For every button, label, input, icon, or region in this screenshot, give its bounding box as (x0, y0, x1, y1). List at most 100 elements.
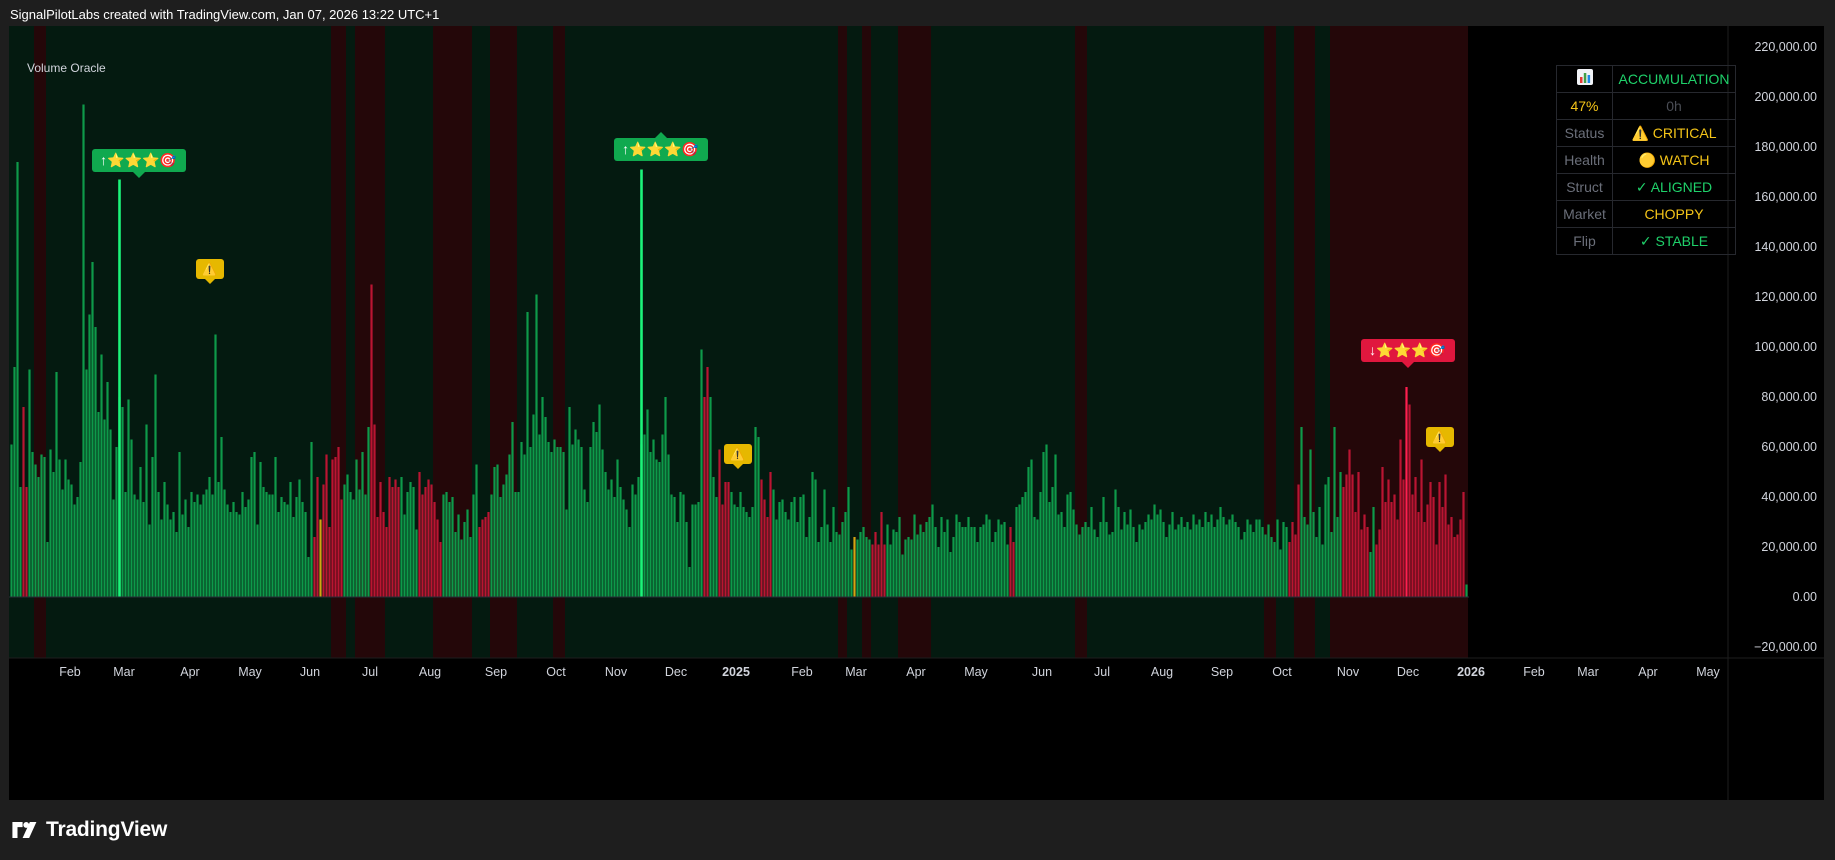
volume-bar (1432, 497, 1435, 597)
duration-value: 0h (1612, 92, 1736, 120)
volume-bar (1063, 527, 1066, 597)
volume-bar (460, 539, 463, 597)
volume-bar (595, 432, 598, 597)
volume-bar (265, 492, 268, 597)
volume-bar (91, 262, 94, 597)
y-tick-label: 40,000.00 (1761, 490, 1817, 504)
volume-bar (97, 412, 100, 597)
volume-bar (1297, 484, 1300, 597)
volume-bar (1327, 477, 1330, 597)
volume-bar (1306, 524, 1309, 597)
volume-bar (46, 542, 49, 597)
x-tick-label: Oct (546, 665, 566, 679)
x-tick-label: Feb (791, 665, 813, 679)
y-tick-label: 80,000.00 (1761, 390, 1817, 404)
volume-bar (763, 499, 766, 597)
volume-bar (1024, 492, 1027, 597)
volume-bar (709, 397, 712, 597)
volume-bar (994, 532, 997, 597)
volume-bar (1195, 524, 1198, 597)
volume-bar (943, 532, 946, 597)
volume-bar (466, 509, 469, 597)
volume-bar (538, 434, 541, 597)
volume-bar (1084, 522, 1087, 597)
volume-bar (478, 527, 481, 597)
volume-bar (325, 454, 328, 597)
volume-bar (865, 537, 868, 597)
volume-bar (742, 507, 745, 597)
y-tick-label: 60,000.00 (1761, 440, 1817, 454)
x-tick-label: Aug (419, 665, 441, 679)
volume-bar (181, 514, 184, 597)
volume-bar (1375, 544, 1378, 597)
volume-bar (610, 479, 613, 597)
chart-pane[interactable]: 220,000.00 200,000.00 180,000.00 160,000.00… (9, 26, 1824, 800)
volume-bar (712, 477, 715, 597)
tradingview-logo[interactable]: TradingView (12, 818, 167, 842)
volume-bar (163, 482, 166, 597)
x-tick-label: Nov (1337, 665, 1360, 679)
volume-bar (1048, 502, 1051, 597)
volume-bar (310, 442, 313, 597)
volume-bar (94, 327, 97, 597)
volume-bar (1132, 527, 1135, 597)
volume-bar (970, 527, 973, 597)
volume-bar (1156, 514, 1159, 597)
volume-chart[interactable]: 220,000.00 200,000.00 180,000.00 160,000.00… (9, 26, 1824, 800)
volume-bar (445, 492, 448, 597)
volume-bar (1360, 529, 1363, 597)
volume-bar (1396, 519, 1399, 597)
x-tick-label: Apr (1638, 665, 1657, 679)
volume-bar (127, 399, 130, 597)
volume-bar (547, 442, 550, 597)
volume-bar (679, 492, 682, 597)
signal-pointer (132, 172, 145, 178)
volume-bar (1447, 524, 1450, 597)
volume-bar (409, 482, 412, 597)
volume-bar (1033, 517, 1036, 597)
volume-bar (922, 532, 925, 597)
volume-bar (802, 494, 805, 597)
volume-bar (520, 442, 523, 597)
volume-bar (1015, 507, 1018, 597)
volume-bar (322, 484, 325, 597)
volume-bar (481, 519, 484, 597)
volume-bar (439, 542, 442, 597)
status-table: ACCUMULATION 47% 0h Status ⚠️ CRITICAL H… (1556, 65, 1736, 255)
volume-bar (1111, 532, 1114, 597)
volume-bar (790, 502, 793, 597)
volume-bar (619, 487, 622, 597)
volume-bar (436, 519, 439, 597)
volume-bar (1285, 527, 1288, 597)
volume-bar (976, 542, 979, 597)
volume-bar (1171, 512, 1174, 597)
bar-chart-icon (1576, 68, 1593, 85)
volume-bar (565, 509, 568, 597)
y-tick-label: 180,000.00 (1754, 140, 1817, 154)
volume-bar (730, 492, 733, 597)
volume-bar (187, 527, 190, 597)
volume-bar (400, 477, 403, 597)
volume-bar (817, 542, 820, 597)
volume-bar (1324, 484, 1327, 597)
volume-bar (766, 517, 769, 597)
volume-bar (406, 492, 409, 597)
x-tick-label: Dec (665, 665, 687, 679)
volume-bar (1423, 522, 1426, 597)
volume-bar (1162, 522, 1165, 597)
volume-bar (649, 452, 652, 597)
volume-bar (1012, 542, 1015, 597)
volume-bar (1333, 427, 1336, 597)
volume-bar (793, 497, 796, 597)
x-tick-label: Oct (1272, 665, 1292, 679)
volume-bar (1312, 512, 1315, 597)
volume-bar (280, 497, 283, 597)
volume-bar (505, 474, 508, 597)
volume-bar (646, 409, 649, 597)
volume-bar (589, 447, 592, 597)
volume-bar (205, 489, 208, 597)
volume-bar (316, 477, 319, 597)
volume-bar (1420, 459, 1423, 597)
struct-key: Struct (1556, 173, 1613, 201)
volume-bar (526, 312, 529, 597)
